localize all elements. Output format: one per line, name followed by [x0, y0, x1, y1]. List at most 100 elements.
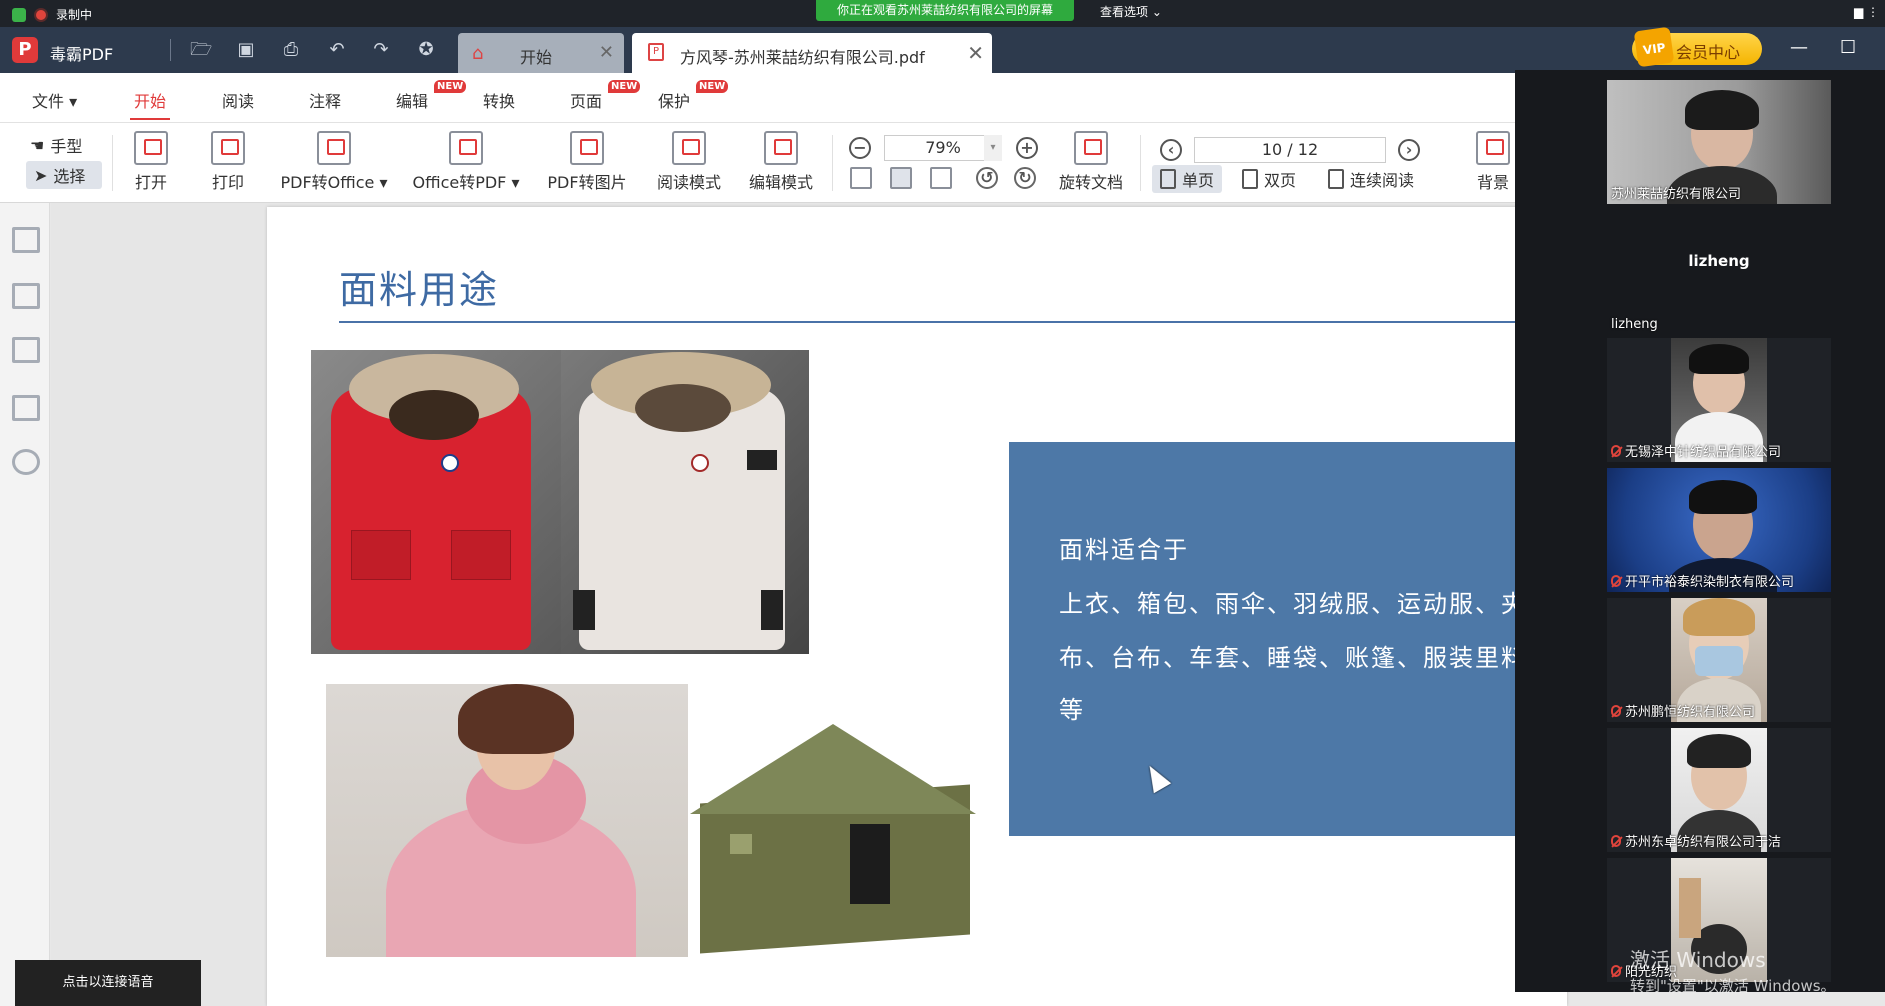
edit-icon	[764, 131, 798, 165]
document-canvas[interactable]: 面料用途 面料适合于 上衣、箱包、雨伞、羽绒服、运动服、夹 布、台布、车套、睡袋…	[51, 203, 1639, 1006]
save-icon[interactable]: ▣	[235, 39, 257, 61]
edit-mode-button[interactable]: 编辑模式	[746, 131, 816, 193]
book-icon	[672, 131, 706, 165]
connect-voice-button[interactable]: 点击以连接语音	[15, 960, 201, 1006]
open-label: 打开	[134, 173, 167, 192]
participant-tile[interactable]: 无锡泽中针纺织品有限公司	[1607, 338, 1831, 462]
pdf-to-image-label: PDF转图片	[547, 173, 627, 192]
hand-tool-label: 手型	[50, 137, 83, 156]
hand-icon: ☚	[30, 135, 45, 155]
double-page-button[interactable]: 双页	[1234, 165, 1304, 193]
toolbar-divider	[832, 135, 833, 191]
search-icon[interactable]	[12, 395, 40, 421]
rotate-right-icon[interactable]: ↻	[1014, 167, 1036, 189]
read-mode-button[interactable]: 阅读模式	[654, 131, 724, 193]
menu-edit[interactable]: 编辑 NEW	[396, 80, 467, 112]
recording-indicator: 录制中	[12, 6, 92, 23]
actual-size-icon[interactable]	[850, 167, 872, 189]
ribbon-toolbar: ☚ 手型 ➤ 选择 打开 打印 PDF转Office ▾ Office转PDF …	[0, 123, 1515, 203]
undo-icon[interactable]: ↶	[326, 39, 348, 61]
left-sidebar	[0, 203, 50, 1006]
office-to-pdf-button[interactable]: Office转PDF ▾	[410, 131, 522, 193]
close-icon[interactable]: ✕	[967, 41, 984, 65]
print-button[interactable]: 打印	[211, 131, 245, 193]
pdf-to-office-label: PDF转Office ▾	[280, 173, 388, 192]
thumbnails-icon[interactable]	[12, 283, 40, 309]
participant-tile[interactable]: 苏州鹏恒纺织有限公司	[1607, 598, 1831, 722]
participant-name: lizheng	[1611, 317, 1658, 332]
menu-edit-label: 编辑	[396, 92, 429, 111]
next-page-icon[interactable]: ›	[1398, 139, 1420, 161]
tab-document[interactable]: P 方风琴-苏州莱喆纺织有限公司.pdf ✕	[632, 33, 992, 73]
menu-convert[interactable]: 转换	[483, 88, 515, 112]
folder-icon[interactable]: 🗁	[190, 39, 212, 61]
vip-center-button[interactable]: VIP 会员中心	[1632, 26, 1762, 68]
select-tool-button[interactable]: ➤ 选择	[26, 161, 102, 189]
menu-bar: 文件 ▾ 开始 阅读 注释 编辑 NEW 转换 页面 NEW 保护 NEW	[0, 73, 1515, 123]
shield-icon	[12, 7, 26, 22]
chevron-down-icon[interactable]: ▾	[984, 135, 1002, 161]
participant-tile[interactable]: 苏州莱喆纺织有限公司	[1607, 80, 1831, 204]
menu-read[interactable]: 阅读	[222, 88, 254, 112]
menu-annotate[interactable]: 注释	[309, 88, 341, 112]
white-parka-photo	[561, 350, 809, 654]
minimize-icon[interactable]: —	[1790, 37, 1808, 58]
menu-file[interactable]: 文件 ▾	[32, 88, 77, 112]
cursor-icon: ➤	[34, 165, 48, 185]
hand-tool-button[interactable]: ☚ 手型	[30, 133, 82, 157]
rotate-doc-icon	[1074, 131, 1108, 165]
participants-panel: 苏州莱喆纺织有限公司 lizheng lizheng 无锡泽中针纺织品有限公司 …	[1515, 70, 1885, 992]
zoom-out-icon[interactable]: −	[849, 137, 871, 159]
tab-home[interactable]: ⌂ 开始 ✕	[458, 33, 624, 73]
close-icon[interactable]: ✕	[599, 42, 614, 63]
fit-width-icon[interactable]	[930, 167, 952, 189]
participant-name: 苏州鹏恒纺织有限公司	[1611, 701, 1755, 720]
redo-icon[interactable]: ↷	[370, 39, 392, 61]
open-file-icon	[134, 131, 168, 165]
screen-share-banner: 你正在观看苏州莱喆纺织有限公司的屏幕	[816, 0, 1074, 21]
office-to-pdf-label: Office转PDF ▾	[412, 173, 520, 192]
chevron-down-icon: ▾	[69, 92, 78, 111]
meeting-more-icon[interactable]: ▆ ⋮	[1854, 5, 1879, 19]
menu-protect[interactable]: 保护 NEW	[658, 80, 729, 112]
pink-puffer-photo	[326, 684, 688, 957]
pdf-to-office-button[interactable]: PDF转Office ▾	[278, 131, 390, 193]
page-number-input[interactable]: 10 / 12	[1194, 137, 1386, 163]
single-page-icon	[1160, 169, 1176, 189]
annotations-icon[interactable]	[12, 337, 40, 363]
font-icon[interactable]	[12, 449, 40, 475]
usage-line-1: 面料适合于	[1059, 536, 1189, 564]
new-badge: NEW	[696, 80, 729, 93]
participant-tile[interactable]: 开平市裕泰织染制衣有限公司	[1607, 468, 1831, 592]
star-icon[interactable]: ✪	[415, 39, 437, 61]
single-page-button[interactable]: 单页	[1152, 165, 1223, 193]
select-tool-label: 选择	[53, 167, 86, 186]
pdf-to-image-button[interactable]: PDF转图片	[546, 131, 628, 193]
print-icon[interactable]: ⎙	[280, 39, 302, 61]
menu-page[interactable]: 页面 NEW	[570, 80, 641, 112]
open-button[interactable]: 打开	[134, 131, 168, 193]
background-label: 背景	[1476, 173, 1509, 192]
participant-tile[interactable]: lizheng lizheng	[1607, 210, 1831, 334]
background-button[interactable]: 背景	[1476, 131, 1510, 193]
double-page-icon	[1242, 169, 1258, 189]
meeting-bar: 录制中 你正在观看苏州莱喆纺织有限公司的屏幕 查看选项 ⌄ ▆ ⋮	[0, 0, 1885, 27]
rotate-document-button[interactable]: 旋转文档	[1056, 131, 1126, 193]
participant-name: 苏州莱喆纺织有限公司	[1611, 187, 1742, 202]
print-label: 打印	[211, 173, 244, 192]
activation-title: 激活 Windows	[1630, 948, 1766, 972]
rotate-left-icon[interactable]: ↺	[976, 167, 998, 189]
app-name: 毒霸PDF	[50, 45, 114, 64]
fit-page-icon[interactable]	[890, 167, 912, 189]
outline-icon[interactable]	[12, 227, 40, 253]
participant-name: 无锡泽中针纺织品有限公司	[1611, 441, 1781, 460]
prev-page-icon[interactable]: ‹	[1160, 139, 1182, 161]
menu-start[interactable]: 开始	[129, 88, 171, 120]
maximize-icon[interactable]: ☐	[1840, 37, 1856, 58]
recording-label: 录制中	[56, 8, 93, 22]
app-logo: P	[12, 37, 38, 63]
participant-tile[interactable]: 苏州东卓纺织有限公司于洁	[1607, 728, 1831, 852]
zoom-in-icon[interactable]: +	[1016, 137, 1038, 159]
view-options-button[interactable]: 查看选项 ⌄	[1100, 3, 1162, 20]
continuous-read-button[interactable]: 连续阅读	[1320, 165, 1422, 193]
